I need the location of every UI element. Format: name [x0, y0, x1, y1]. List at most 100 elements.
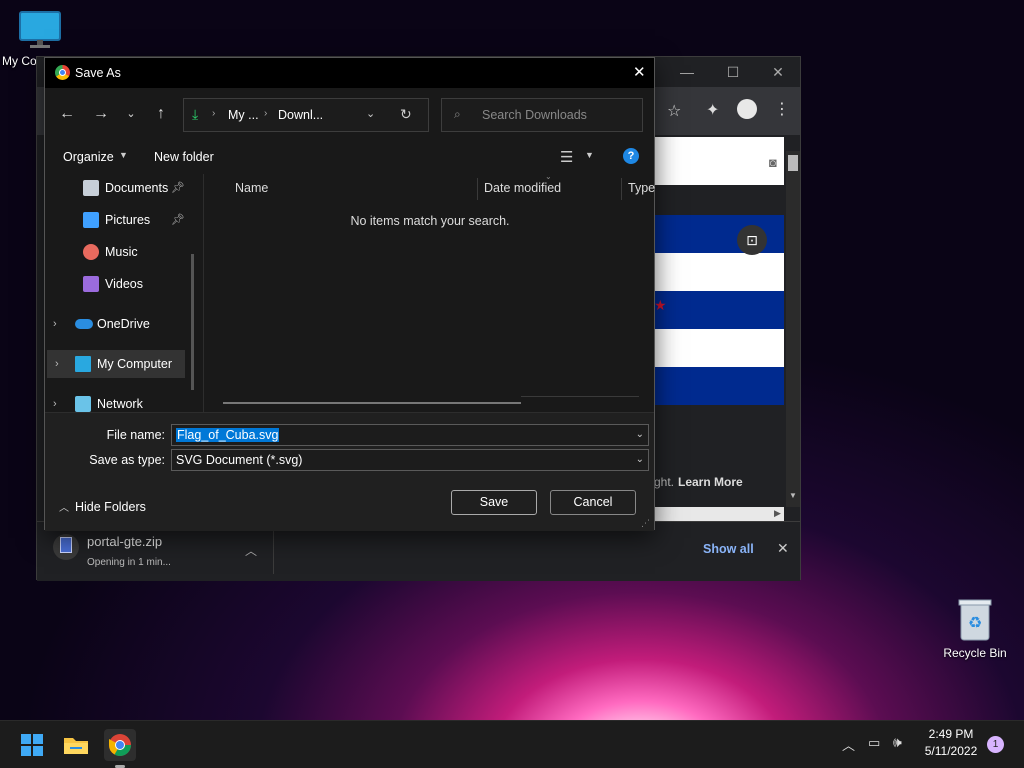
- nav-item-onedrive[interactable]: › OneDrive: [45, 310, 195, 338]
- notification-badge[interactable]: 1: [987, 736, 1004, 753]
- file-explorer-button[interactable]: [60, 729, 92, 761]
- dialog-body: Documents 📌︎ Pictures 📌︎ Music Videos › …: [45, 172, 655, 412]
- view-dropdown-icon[interactable]: ▼: [585, 150, 594, 160]
- recent-locations-chevron-icon[interactable]: ⌄: [119, 102, 143, 126]
- organize-button[interactable]: Organize: [63, 150, 114, 164]
- breadcrumb-chevron-icon: ›: [264, 108, 268, 119]
- back-arrow-icon[interactable]: ←: [55, 102, 79, 126]
- nav-item-music[interactable]: Music: [45, 238, 195, 266]
- up-arrow-icon[interactable]: ↑: [149, 102, 173, 126]
- download-folder-icon: ⤓: [192, 106, 199, 122]
- view-options-icon[interactable]: ☰: [560, 148, 573, 166]
- folder-icon: [64, 738, 88, 754]
- save-as-dialog: Save As ✕ ← → ⌄ ↑ ⤓ › My ... › Downl... …: [44, 57, 655, 531]
- chrome-taskbar-button[interactable]: [104, 729, 136, 768]
- pin-icon: 📌︎: [171, 182, 185, 194]
- dialog-close-icon[interactable]: ✕: [633, 63, 646, 81]
- network-tray-icon[interactable]: ▭: [868, 735, 880, 751]
- clock[interactable]: 2:49 PM 5/11/2022: [920, 727, 982, 758]
- scrollbar-thumb[interactable]: [788, 155, 798, 171]
- maximize-button[interactable]: ☐: [719, 61, 747, 83]
- extensions-icon[interactable]: ✦: [706, 100, 719, 120]
- page-text: ght.: [654, 475, 675, 489]
- nav-item-label: Documents: [105, 181, 169, 195]
- profile-avatar-icon[interactable]: [737, 99, 757, 119]
- flag-star-icon: ★: [654, 297, 667, 313]
- resize-grip-icon[interactable]: ⋰: [641, 518, 650, 529]
- desktop-icon-recycle-bin[interactable]: ♻ Recycle Bin: [935, 598, 1015, 660]
- nav-pane-scrollbar[interactable]: [191, 254, 194, 390]
- column-separator[interactable]: [621, 178, 622, 200]
- file-list-pane: Name ⌄ Date modified Type No items match…: [205, 172, 655, 412]
- search-input[interactable]: ⌕ Search Downloads: [441, 98, 643, 132]
- svg-text:♻: ♻: [968, 613, 982, 632]
- flag-stripe-blue: [654, 367, 784, 405]
- column-header-name[interactable]: Name: [235, 174, 268, 202]
- download-filename[interactable]: portal-gte.zip: [87, 534, 162, 549]
- file-name-input[interactable]: Flag_of_Cuba.svg ⌄: [171, 424, 649, 446]
- save-as-type-value: SVG Document (*.svg): [176, 453, 303, 467]
- page-gap: [654, 185, 784, 215]
- start-button[interactable]: [16, 729, 48, 761]
- horizontal-scrollbar-thumb[interactable]: [223, 402, 521, 404]
- show-hidden-icons-icon[interactable]: ︿: [842, 735, 855, 754]
- save-button[interactable]: Save: [451, 490, 537, 515]
- expand-chevron-icon[interactable]: ›: [55, 350, 59, 378]
- vertical-scrollbar[interactable]: ▼: [786, 151, 800, 507]
- new-folder-button[interactable]: New folder: [154, 150, 214, 164]
- taskbar: ︿ ▭ 🕪︎ 2:49 PM 5/11/2022 1: [0, 720, 1024, 768]
- nav-item-videos[interactable]: Videos: [45, 270, 195, 298]
- search-placeholder: Search Downloads: [482, 108, 587, 122]
- chrome-menu-icon[interactable]: ⋮: [774, 99, 790, 119]
- address-bar[interactable]: ⤓ › My ... › Downl... ⌄ ↻: [183, 98, 429, 132]
- scroll-right-arrow-icon[interactable]: ▶: [774, 508, 781, 519]
- empty-message: No items match your search.: [350, 214, 510, 228]
- refresh-icon[interactable]: ↻: [400, 106, 412, 123]
- save-as-type-dropdown-icon[interactable]: ⌄: [636, 450, 644, 470]
- lens-search-icon[interactable]: ⊡: [737, 225, 767, 255]
- forward-arrow-icon[interactable]: →: [89, 102, 113, 126]
- documents-icon: [83, 180, 99, 196]
- horizontal-scrollbar[interactable]: ▶: [654, 507, 784, 521]
- bookmark-star-icon[interactable]: ☆: [667, 101, 681, 121]
- cancel-button[interactable]: Cancel: [550, 490, 636, 515]
- column-separator[interactable]: [477, 178, 478, 200]
- breadcrumb-item[interactable]: Downl...: [278, 108, 323, 122]
- pin-icon: 📌︎: [171, 214, 185, 226]
- download-options-chevron-icon[interactable]: ︿: [245, 542, 257, 559]
- hide-folders-chevron-icon[interactable]: ︿: [59, 499, 69, 514]
- nav-item-label: Music: [105, 245, 138, 259]
- show-all-link[interactable]: Show all: [703, 542, 754, 556]
- flag-stripe-white: [654, 253, 784, 291]
- file-name-dropdown-icon[interactable]: ⌄: [636, 425, 644, 445]
- close-button[interactable]: ✕: [764, 61, 792, 83]
- breadcrumb-item[interactable]: My ...: [228, 108, 259, 122]
- expand-chevron-icon[interactable]: ›: [53, 310, 57, 338]
- hide-folders-button[interactable]: Hide Folders: [75, 500, 146, 514]
- search-icon: ⌕: [454, 107, 461, 121]
- organize-dropdown-icon[interactable]: ▼: [119, 150, 128, 160]
- network-icon: [75, 396, 91, 412]
- address-dropdown-icon[interactable]: ⌄: [366, 107, 375, 120]
- chrome-logo-icon: [55, 65, 70, 80]
- volume-icon[interactable]: 🕪︎: [893, 734, 902, 751]
- scroll-track: [521, 396, 639, 397]
- chrome-icon: [109, 734, 131, 756]
- recycle-bin-icon: ♻: [958, 599, 992, 641]
- save-as-type-select[interactable]: SVG Document (*.svg) ⌄: [171, 449, 649, 471]
- column-header-date-modified[interactable]: Date modified: [484, 174, 561, 202]
- nav-item-documents[interactable]: Documents 📌︎: [45, 174, 195, 202]
- help-icon[interactable]: ?: [623, 148, 639, 164]
- nav-item-pictures[interactable]: Pictures 📌︎: [45, 206, 195, 234]
- scroll-down-arrow-icon[interactable]: ▼: [789, 491, 797, 500]
- column-header-type[interactable]: Type: [628, 174, 655, 202]
- camera-icon[interactable]: ◙: [769, 155, 777, 170]
- nav-item-label: My Computer: [97, 357, 173, 371]
- close-shelf-icon[interactable]: ✕: [777, 540, 789, 557]
- minimize-button[interactable]: —: [673, 61, 701, 83]
- nav-item-my-computer[interactable]: › My Computer: [47, 350, 185, 378]
- learn-more-link[interactable]: Learn More: [678, 475, 743, 489]
- dialog-footer: File name: Flag_of_Cuba.svg ⌄ Save as ty…: [45, 412, 654, 531]
- nav-item-label: Pictures: [105, 213, 151, 227]
- dialog-navigation-bar: ← → ⌄ ↑ ⤓ › My ... › Downl... ⌄ ↻ ⌕ Sear…: [45, 88, 654, 140]
